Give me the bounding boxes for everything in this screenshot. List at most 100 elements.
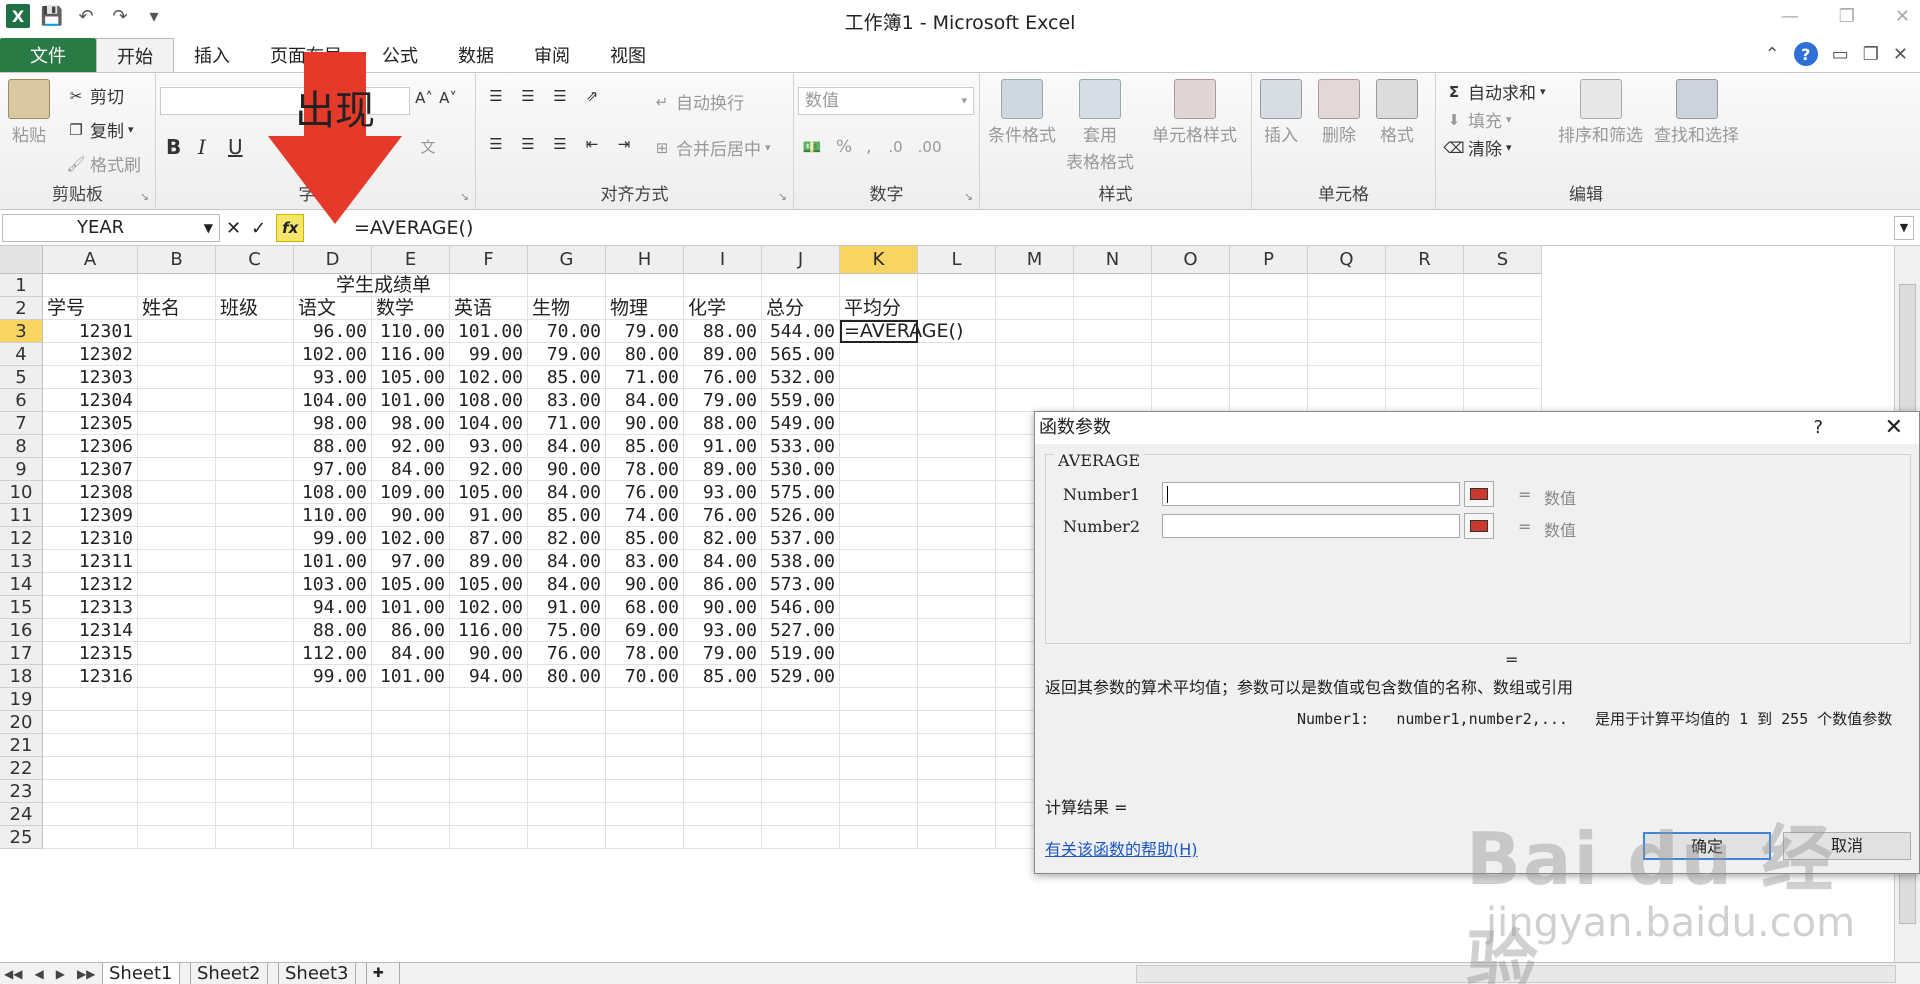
- row-header-5[interactable]: 5: [0, 366, 43, 389]
- cell-K10[interactable]: [840, 481, 918, 504]
- cell-J19[interactable]: [762, 688, 840, 711]
- cell-G15[interactable]: 91.00: [528, 596, 606, 619]
- cell-B12[interactable]: [138, 527, 216, 550]
- new-sheet-icon[interactable]: ✚: [366, 963, 400, 984]
- cell-F13[interactable]: 89.00: [450, 550, 528, 573]
- function-help-link[interactable]: 有关该函数的帮助(H): [1045, 836, 1198, 860]
- cell-K23[interactable]: [840, 780, 918, 803]
- column-header-L[interactable]: L: [918, 246, 996, 274]
- cell-K20[interactable]: [840, 711, 918, 734]
- cell-E12[interactable]: 102.00: [372, 527, 450, 550]
- row-header-20[interactable]: 20: [0, 711, 43, 734]
- cell-J23[interactable]: [762, 780, 840, 803]
- cell-B10[interactable]: [138, 481, 216, 504]
- cell-B24[interactable]: [138, 803, 216, 826]
- cell-H24[interactable]: [606, 803, 684, 826]
- tab-data[interactable]: 数据: [438, 38, 514, 72]
- cell-A24[interactable]: [43, 803, 138, 826]
- cell-D6[interactable]: 104.00: [294, 389, 372, 412]
- cell-Q2[interactable]: [1308, 297, 1386, 320]
- cell-F12[interactable]: 87.00: [450, 527, 528, 550]
- doc-close-icon[interactable]: ✕: [1893, 44, 1908, 65]
- cell-I11[interactable]: 76.00: [684, 504, 762, 527]
- number2-collapse-button[interactable]: [1464, 513, 1494, 539]
- next-sheet-icon[interactable]: ▶: [56, 963, 65, 984]
- increase-indent-icon[interactable]: ⇥: [614, 135, 634, 153]
- cell-J4[interactable]: 565.00: [762, 343, 840, 366]
- cell-L5[interactable]: [918, 366, 996, 389]
- cell-P3[interactable]: [1230, 320, 1308, 343]
- row-header-18[interactable]: 18: [0, 665, 43, 688]
- cell-F3[interactable]: 101.00: [450, 320, 528, 343]
- wrap-text-button[interactable]: ↵ 自动换行: [652, 89, 744, 115]
- first-sheet-icon[interactable]: ◀◀: [4, 963, 22, 984]
- cell-L18[interactable]: [918, 665, 996, 688]
- cell-A4[interactable]: 12302: [43, 343, 138, 366]
- cell-F15[interactable]: 102.00: [450, 596, 528, 619]
- currency-icon[interactable]: 💵: [802, 138, 822, 156]
- cell-D25[interactable]: [294, 826, 372, 849]
- cell-D13[interactable]: 101.00: [294, 550, 372, 573]
- cell-A15[interactable]: 12313: [43, 596, 138, 619]
- cell-A18[interactable]: 12316: [43, 665, 138, 688]
- cell-E6[interactable]: 101.00: [372, 389, 450, 412]
- cell-I5[interactable]: 76.00: [684, 366, 762, 389]
- cell-C19[interactable]: [216, 688, 294, 711]
- cell-L10[interactable]: [918, 481, 996, 504]
- cell-K7[interactable]: [840, 412, 918, 435]
- column-header-N[interactable]: N: [1074, 246, 1152, 274]
- autosum-button[interactable]: Σ 自动求和 ▾: [1444, 79, 1546, 105]
- cell-K22[interactable]: [840, 757, 918, 780]
- cell-styles-button[interactable]: 单元格样式: [1152, 79, 1237, 146]
- select-all-corner[interactable]: [0, 246, 43, 274]
- cell-A2[interactable]: 学号: [43, 297, 138, 320]
- sheet-tab-1[interactable]: Sheet1: [102, 963, 180, 984]
- cell-G5[interactable]: 85.00: [528, 366, 606, 389]
- cell-C17[interactable]: [216, 642, 294, 665]
- tab-insert[interactable]: 插入: [174, 38, 250, 72]
- font-launcher-icon[interactable]: ↘: [460, 190, 469, 203]
- row-header-11[interactable]: 11: [0, 504, 43, 527]
- cell-R2[interactable]: [1386, 297, 1464, 320]
- column-header-M[interactable]: M: [996, 246, 1074, 274]
- cell-E1[interactable]: [372, 274, 450, 297]
- row-header-15[interactable]: 15: [0, 596, 43, 619]
- cell-H7[interactable]: 90.00: [606, 412, 684, 435]
- cell-C4[interactable]: [216, 343, 294, 366]
- cell-H21[interactable]: [606, 734, 684, 757]
- cell-M5[interactable]: [996, 366, 1074, 389]
- tab-review[interactable]: 审阅: [514, 38, 590, 72]
- cell-K15[interactable]: [840, 596, 918, 619]
- cell-M4[interactable]: [996, 343, 1074, 366]
- cell-I7[interactable]: 88.00: [684, 412, 762, 435]
- cell-E8[interactable]: 92.00: [372, 435, 450, 458]
- cell-I6[interactable]: 79.00: [684, 389, 762, 412]
- align-center-icon[interactable]: ☰: [518, 135, 538, 153]
- cell-B9[interactable]: [138, 458, 216, 481]
- cell-A17[interactable]: 12315: [43, 642, 138, 665]
- cell-E13[interactable]: 97.00: [372, 550, 450, 573]
- cell-A12[interactable]: 12310: [43, 527, 138, 550]
- cell-S4[interactable]: [1464, 343, 1542, 366]
- cell-I12[interactable]: 82.00: [684, 527, 762, 550]
- cell-B14[interactable]: [138, 573, 216, 596]
- decrease-decimal-icon[interactable]: .00: [918, 138, 942, 156]
- cell-J18[interactable]: 529.00: [762, 665, 840, 688]
- percent-button[interactable]: %: [836, 137, 852, 157]
- cell-I4[interactable]: 89.00: [684, 343, 762, 366]
- cell-A14[interactable]: 12312: [43, 573, 138, 596]
- cell-J2[interactable]: 总分: [762, 297, 840, 320]
- cell-A19[interactable]: [43, 688, 138, 711]
- cell-E17[interactable]: 84.00: [372, 642, 450, 665]
- cell-K17[interactable]: [840, 642, 918, 665]
- cell-C25[interactable]: [216, 826, 294, 849]
- cell-B1[interactable]: [138, 274, 216, 297]
- cell-L21[interactable]: [918, 734, 996, 757]
- cell-C12[interactable]: [216, 527, 294, 550]
- cell-D21[interactable]: [294, 734, 372, 757]
- column-header-H[interactable]: H: [606, 246, 684, 274]
- cell-Q5[interactable]: [1308, 366, 1386, 389]
- cell-O2[interactable]: [1152, 297, 1230, 320]
- cell-J7[interactable]: 549.00: [762, 412, 840, 435]
- copy-button[interactable]: ❐ 复制 ▾: [66, 117, 133, 143]
